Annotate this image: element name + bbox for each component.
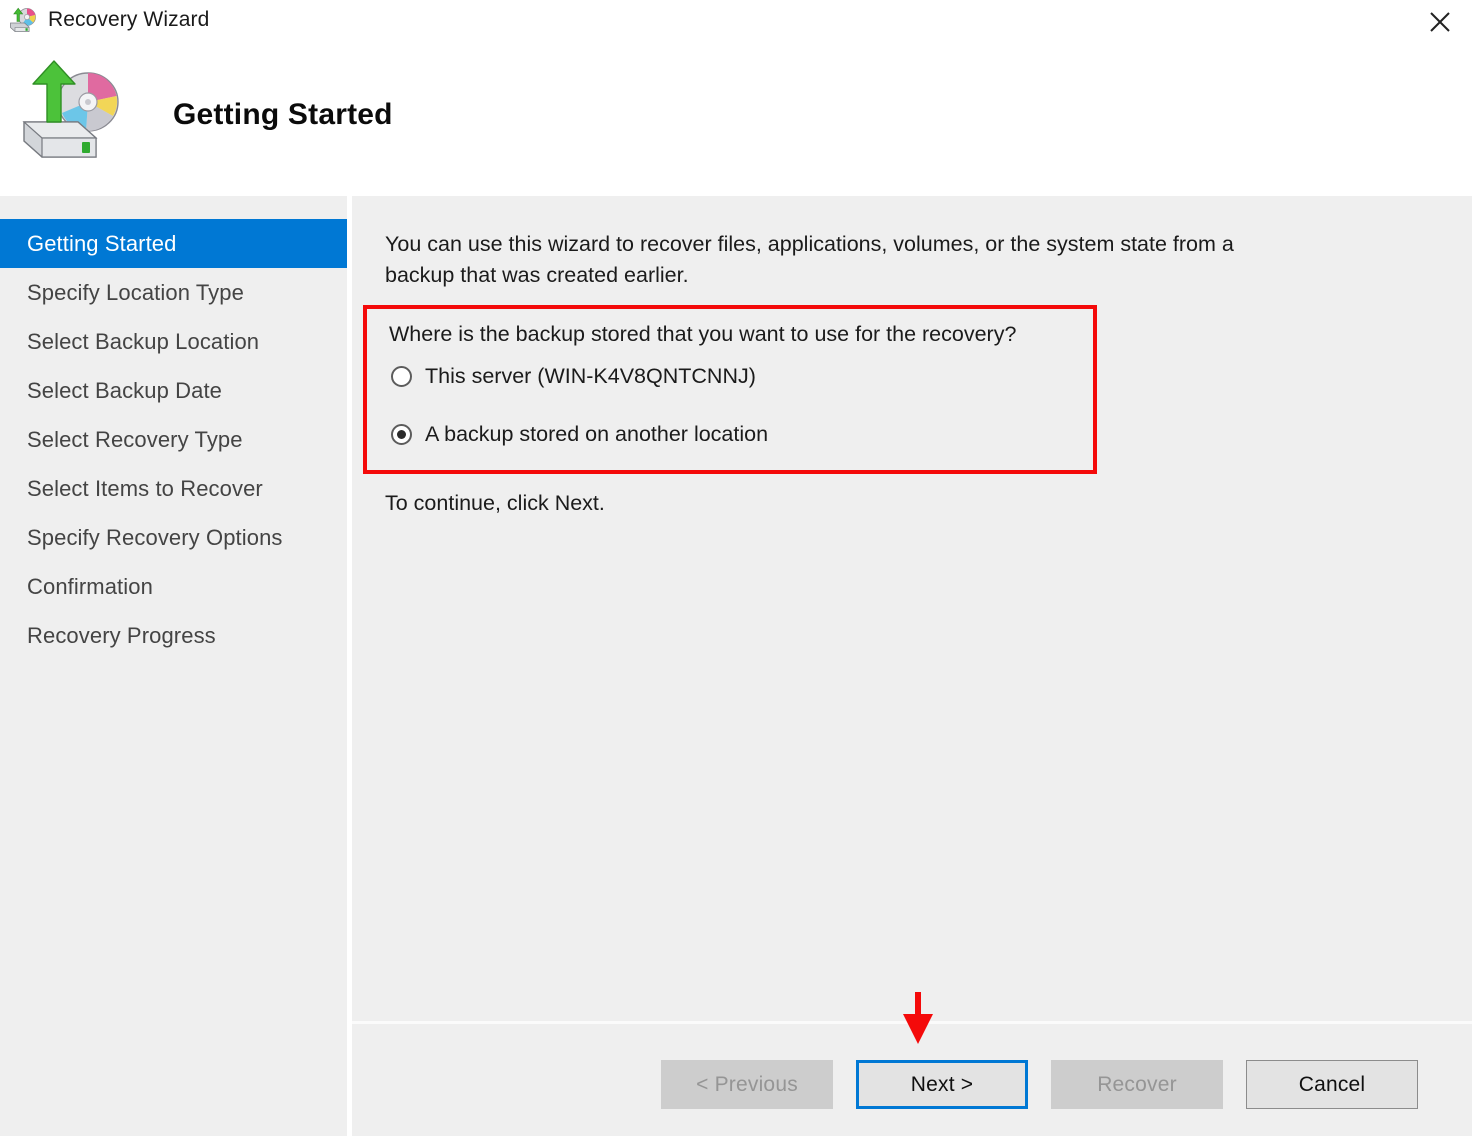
next-button-label: Next > [911,1073,973,1097]
intro-description: You can use this wizard to recover files… [385,229,1265,291]
continue-hint: To continue, click Next. [385,491,605,516]
close-icon [1429,11,1451,33]
sidebar-item-label: Specify Location Type [27,280,244,306]
recovery-disk-icon [8,5,38,35]
sidebar-item-specify-recovery-options[interactable]: Specify Recovery Options [0,513,347,562]
sidebar-item-label: Select Backup Date [27,378,222,404]
window-title: Recovery Wizard [48,8,209,32]
question-label: Where is the backup stored that you want… [389,322,1016,347]
sidebar-item-label: Select Recovery Type [27,427,243,453]
sidebar-item-label: Recovery Progress [27,623,216,649]
sidebar-item-confirmation[interactable]: Confirmation [0,562,347,611]
sidebar-item-select-backup-date[interactable]: Select Backup Date [0,366,347,415]
radio-button-unselected[interactable] [391,366,412,387]
radio-option-label: A backup stored on another location [425,422,768,447]
sidebar-item-select-backup-location[interactable]: Select Backup Location [0,317,347,366]
sidebar-item-recovery-progress[interactable]: Recovery Progress [0,611,347,660]
sidebar-item-select-recovery-type[interactable]: Select Recovery Type [0,415,347,464]
next-button[interactable]: Next > [856,1060,1028,1109]
wizard-step-sidebar: Getting Started Specify Location Type Se… [0,196,347,1136]
sidebar-item-label: Select Items to Recover [27,476,263,502]
window-titlebar: Recovery Wizard [0,0,1472,46]
recovery-disk-large-icon [16,58,134,168]
footer-button-row: < Previous Next > Recover Cancel [661,1060,1418,1109]
sidebar-item-specify-location-type[interactable]: Specify Location Type [0,268,347,317]
radio-option-another-location[interactable]: A backup stored on another location [391,422,768,447]
annotation-arrow-down-icon [901,992,935,1044]
sidebar-item-getting-started[interactable]: Getting Started [0,219,347,268]
sidebar-item-label: Specify Recovery Options [27,525,283,551]
sidebar-item-label: Getting Started [27,231,176,257]
radio-option-label: This server (WIN-K4V8QNTCNNJ) [425,364,756,389]
wizard-header: Getting Started [0,46,1472,196]
sidebar-item-label: Select Backup Location [27,329,259,355]
backup-location-question-group: Where is the backup stored that you want… [363,305,1097,474]
sidebar-item-label: Confirmation [27,574,153,600]
recover-button-label: Recover [1097,1073,1177,1097]
sidebar-item-select-items-to-recover[interactable]: Select Items to Recover [0,464,347,513]
close-button[interactable] [1408,0,1472,44]
radio-button-selected[interactable] [391,424,412,445]
cancel-button-label: Cancel [1299,1073,1366,1097]
cancel-button[interactable]: Cancel [1246,1060,1418,1109]
previous-button[interactable]: < Previous [661,1060,833,1109]
recover-button[interactable]: Recover [1051,1060,1223,1109]
titlebar-left-group: Recovery Wizard [8,5,209,35]
previous-button-label: < Previous [696,1073,798,1097]
page-title: Getting Started [173,98,393,132]
radio-option-this-server[interactable]: This server (WIN-K4V8QNTCNNJ) [391,364,756,389]
